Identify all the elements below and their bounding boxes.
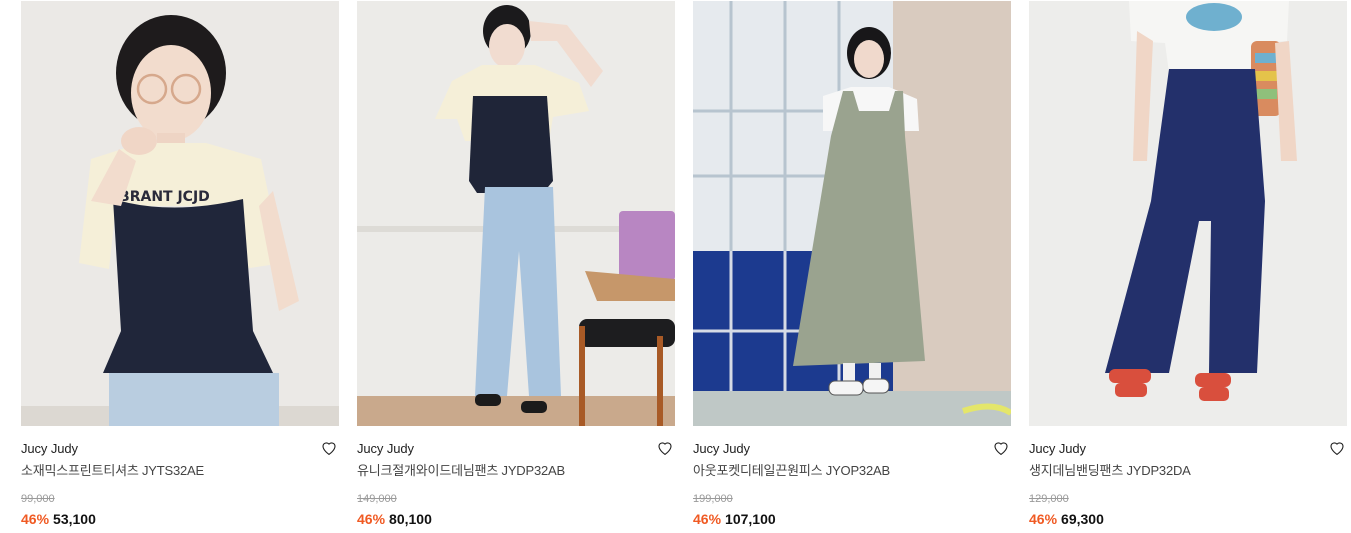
brand-name[interactable]: Jucy Judy — [1029, 441, 1086, 456]
sale-price: 80,100 — [389, 511, 432, 527]
product-name[interactable]: 아웃포켓디테일끈원피스 JYOP32AB — [693, 462, 1011, 480]
heart-outline-icon[interactable] — [320, 439, 338, 457]
sale-price: 53,100 — [53, 511, 96, 527]
original-price: 99,000 — [21, 493, 55, 505]
product-image[interactable] — [693, 1, 1011, 426]
original-price: 129,000 — [1029, 493, 1069, 505]
discount-rate: 46% — [357, 511, 386, 527]
brand-name[interactable]: Jucy Judy — [21, 441, 78, 456]
sale-price: 107,100 — [725, 511, 776, 527]
product-name[interactable]: 유니크절개와이드데님팬츠 JYDP32AB — [357, 462, 675, 480]
product-image[interactable] — [357, 1, 675, 426]
heart-outline-icon[interactable] — [992, 439, 1010, 457]
product-card[interactable]: VIBRANT JCJD Jucy Judy 소재믹스프린트티셔츠 JYTS32… — [21, 1, 339, 528]
heart-outline-icon[interactable] — [656, 439, 674, 457]
price-row: 46% 107,100 — [693, 510, 1011, 528]
brand-name[interactable]: Jucy Judy — [357, 441, 414, 456]
sale-price: 69,300 — [1061, 511, 1104, 527]
product-image[interactable]: VIBRANT JCJD — [21, 1, 339, 426]
product-card[interactable]: Jucy Judy 유니크절개와이드데님팬츠 JYDP32AB 149,000 … — [357, 1, 675, 528]
product-name[interactable]: 소재믹스프린트티셔츠 JYTS32AE — [21, 462, 339, 480]
original-price: 149,000 — [357, 493, 397, 505]
brand-name[interactable]: Jucy Judy — [693, 441, 750, 456]
price-row: 46% 53,100 — [21, 510, 339, 528]
product-name[interactable]: 생지데님밴딩팬츠 JYDP32DA — [1029, 462, 1347, 480]
price-row: 46% 80,100 — [357, 510, 675, 528]
product-grid: VIBRANT JCJD Jucy Judy 소재믹스프린트티셔츠 JYTS32… — [0, 0, 1351, 533]
heart-outline-icon[interactable] — [1328, 439, 1346, 457]
discount-rate: 46% — [1029, 511, 1058, 527]
product-image[interactable] — [1029, 1, 1347, 426]
product-card[interactable]: Jucy Judy 생지데님밴딩팬츠 JYDP32DA 129,000 46% 6… — [1029, 1, 1347, 528]
product-card[interactable]: Jucy Judy 아웃포켓디테일끈원피스 JYOP32AB 199,000 4… — [693, 1, 1011, 528]
price-row: 46% 69,300 — [1029, 510, 1347, 528]
discount-rate: 46% — [21, 511, 50, 527]
discount-rate: 46% — [693, 511, 722, 527]
original-price: 199,000 — [693, 493, 733, 505]
